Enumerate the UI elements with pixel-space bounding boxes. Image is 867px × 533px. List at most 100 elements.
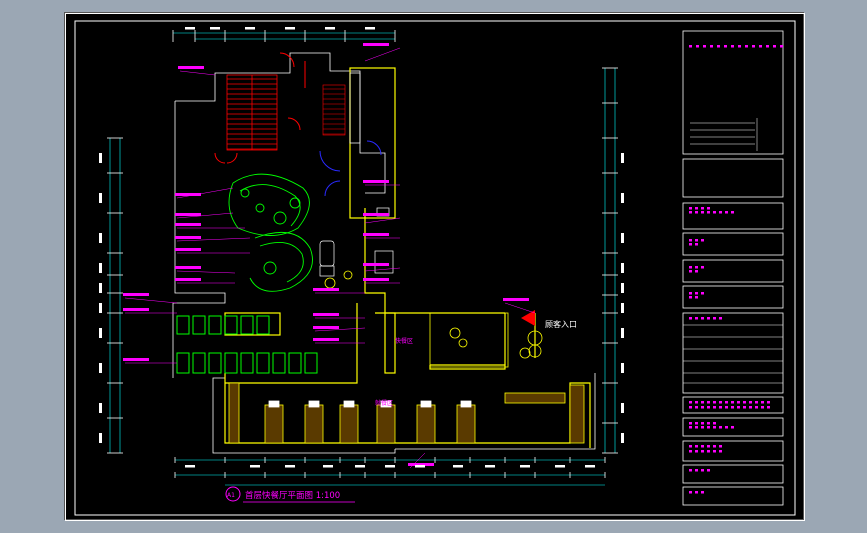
tb-text [695,401,698,404]
tb-text [745,45,748,48]
tb-text [701,445,704,448]
tb-text [713,317,716,320]
dim-text [485,465,495,468]
tb-text [689,266,692,269]
dim-text [99,303,102,313]
tb-text [737,406,740,409]
tb-text [725,406,728,409]
booth-row-top [176,315,270,335]
annotation-mark [363,180,389,183]
tb-text [695,406,698,409]
counter [339,404,359,444]
leader-line [364,217,401,224]
annotation-mark [123,308,149,311]
dim-text [453,465,463,468]
tb-text [689,239,692,242]
leader-line [364,267,401,272]
tb-text [695,450,698,453]
title-block-rules [683,118,783,384]
dim-text [250,465,260,468]
tb-text [719,317,722,320]
dim-text [621,263,624,273]
dim-text [621,328,624,338]
seating-b-label: 就餐区 [375,399,393,407]
annotation-mark [313,288,339,291]
booth-seat [176,352,190,374]
dim-text [621,363,624,373]
tb-text [707,426,710,429]
tb-text [719,450,722,453]
tb-text [707,422,710,425]
fixtures-white [319,72,394,277]
tb-text [689,445,692,448]
counter-top [308,400,320,408]
tb-text [749,401,752,404]
annotation-mark [175,248,201,251]
curved-booths [228,173,313,292]
tb-text [689,296,692,299]
annotation-mark [178,66,204,69]
side-counter [569,384,585,444]
tb-text [695,296,698,299]
dim-text [99,433,102,443]
booth-seat [256,315,270,335]
tb-text [689,207,692,210]
dim-text [555,465,565,468]
counter-top [460,400,472,408]
tb-text [701,450,704,453]
counter [456,404,476,444]
counter-top [420,400,432,408]
tb-text [703,45,706,48]
side-counter [504,392,566,404]
tb-text [719,426,722,429]
booth-seat [224,352,238,374]
tb-text [701,422,704,425]
tb-text [689,270,692,273]
dim-text [285,27,295,30]
annotation-mark [363,233,389,236]
tb-text [737,401,740,404]
tb-text [719,211,722,214]
leader-line [504,302,536,314]
booth-seat [272,352,286,374]
annotation-mark [363,278,389,281]
tb-text [695,426,698,429]
tb-text [695,207,698,210]
tb-text [695,239,698,242]
tb-text [689,426,692,429]
tb-text [713,211,716,214]
tb-text [780,45,783,48]
annotation-mark [175,236,201,239]
booth-seat [256,352,270,374]
dim-text [621,303,624,313]
tb-text [689,469,692,472]
title-block-ticks [689,45,783,494]
tb-text [738,45,741,48]
tb-text [701,491,704,494]
counter [416,404,436,444]
tb-text [755,401,758,404]
cad-drawing: 顾客入口 快餐区 就餐区 A1 首层快餐厅平面图 1:100 [65,13,805,521]
dim-text [585,465,595,468]
dim-text [365,27,375,30]
stair [226,74,278,151]
tb-text [719,445,722,448]
tb-text [701,401,704,404]
dim-text [621,153,624,163]
tb-text [717,45,720,48]
booth-seat [224,315,238,335]
tb-text [695,491,698,494]
leader-line [124,297,178,304]
tb-text [695,211,698,214]
seating-a-label: 快餐区 [395,337,413,345]
annotation-mark [503,298,529,301]
counter [304,404,324,444]
annotation-mark [363,213,389,216]
tb-text [689,491,692,494]
counter [376,404,396,444]
tb-text [701,469,704,472]
tb-text [707,450,710,453]
tb-text [710,45,713,48]
dim-text [355,465,365,468]
tb-text [767,406,770,409]
